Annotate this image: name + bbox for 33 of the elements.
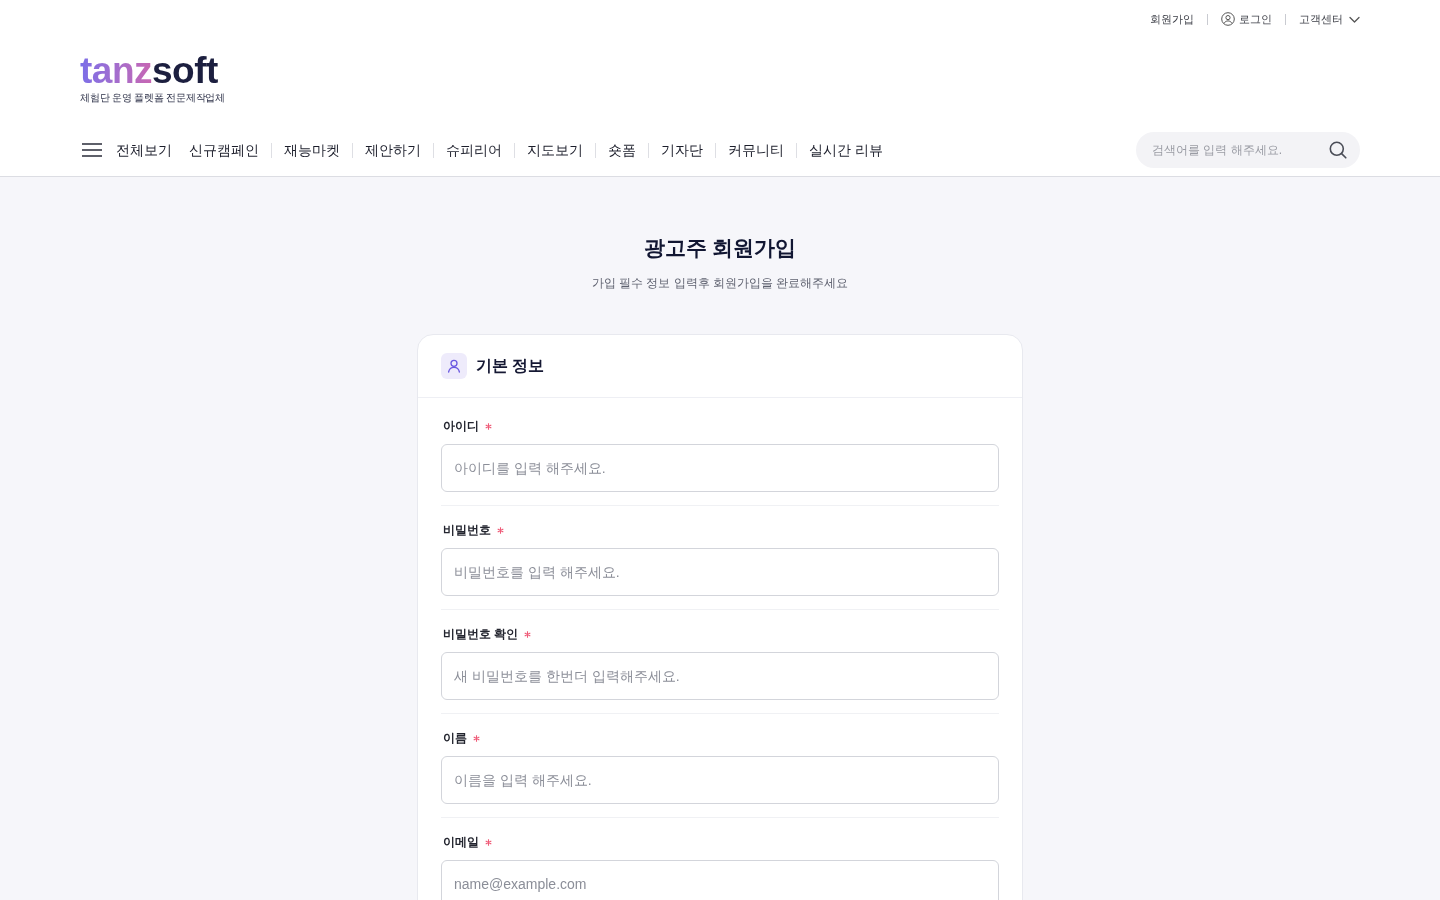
nav-link[interactable]: 실시간 리뷰 <box>809 140 883 160</box>
page-subtitle: 가입 필수 정보 입력후 회원가입을 완료해주세요 <box>591 275 849 292</box>
nav-link[interactable]: 지도보기 <box>527 140 583 160</box>
nav-link[interactable]: 커뮤니티 <box>728 140 784 160</box>
text-input[interactable]: 새 비밀번호를 한번더 입력해주세요. <box>441 652 999 700</box>
text-input[interactable]: 이름을 입력 해주세요. <box>441 756 999 804</box>
search-field[interactable]: 검색어를 입력 해주세요. <box>1136 132 1360 168</box>
text-input[interactable]: 아이디를 입력 해주세요. <box>441 444 999 492</box>
nav-link[interactable]: 기자단 <box>661 140 703 160</box>
user-icon <box>441 353 467 379</box>
field-label: 비밀번호 확인 <box>443 626 519 642</box>
logo-tagline: 체험단 운영 플렛폼 전문제작업체 <box>80 91 225 105</box>
nav-link[interactable]: 슈피리어 <box>446 140 502 160</box>
login-link[interactable]: 로그인 <box>1221 11 1272 27</box>
search-icon[interactable] <box>1329 141 1347 159</box>
field-label: 비밀번호 <box>443 522 491 538</box>
nav-link[interactable]: 신규캠페인 <box>189 140 259 160</box>
field-label: 이름 <box>443 730 467 746</box>
nav-link[interactable]: 숏폼 <box>608 140 636 160</box>
nav-link[interactable]: 재능마켓 <box>284 140 340 160</box>
field-label: 아이디 <box>443 418 479 434</box>
all-menu-button[interactable]: 전체보기 <box>80 140 189 160</box>
text-input[interactable]: name@example.com <box>441 860 999 900</box>
page-title: 광고주 회원가입 <box>643 235 797 261</box>
signup-link[interactable]: 회원가입 <box>1150 11 1194 27</box>
section-title: 기본 정보 <box>476 356 545 376</box>
text-input[interactable]: 비밀번호를 입력 해주세요. <box>441 548 999 596</box>
menu-icon <box>82 143 102 157</box>
nav-link[interactable]: 제안하기 <box>365 140 421 160</box>
customer-center-menu[interactable]: 고객센터 <box>1299 11 1360 27</box>
user-icon <box>1221 12 1235 26</box>
chevron-down-icon <box>1349 15 1360 23</box>
field-label: 이메일 <box>443 834 479 850</box>
